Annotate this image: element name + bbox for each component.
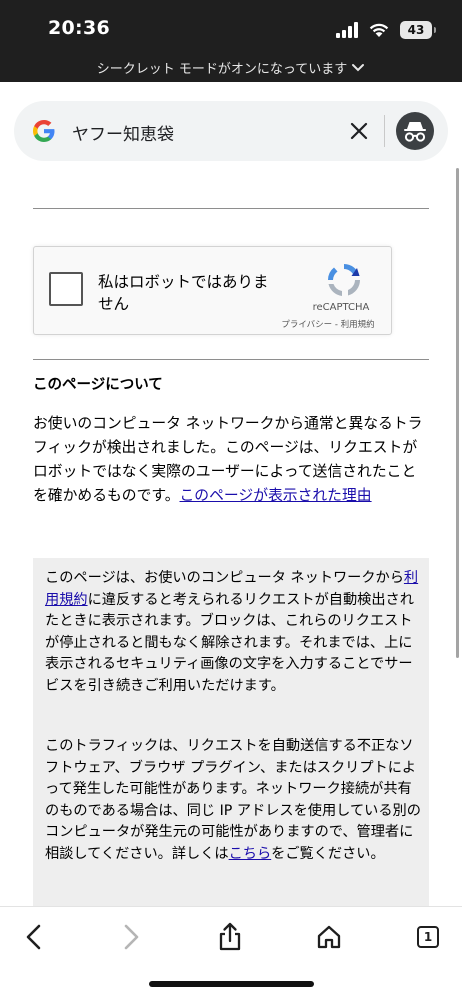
scrollbar[interactable] (456, 168, 459, 658)
home-button[interactable] (311, 919, 347, 955)
divider (384, 115, 385, 147)
recaptcha-logo-icon (328, 264, 360, 296)
status-bar: 20:36 43 シークレット モードがオンになっています (0, 0, 462, 82)
wifi-icon (369, 23, 389, 37)
status-icons: 43 (336, 19, 436, 41)
about-paragraph: お使いのコンピュータ ネットワークから通常と異なるトラフィックが検出されました。… (33, 412, 431, 508)
chevron-left-icon (26, 924, 41, 950)
share-icon (219, 922, 241, 951)
back-button[interactable] (16, 919, 52, 955)
tab-count: 1 (417, 926, 439, 948)
tab-switcher-button[interactable]: 1 (410, 919, 446, 955)
forward-button[interactable] (113, 919, 149, 955)
recaptcha-links[interactable]: プライバシー - 利用規約 (268, 318, 388, 330)
recaptcha-brand: reCAPTCHA (312, 302, 370, 313)
info-box: このページは、お使いのコンピュータ ネットワークから利用規約に違反すると考えられ… (33, 558, 429, 908)
details-link[interactable]: こちら (229, 846, 272, 862)
search-query[interactable]: ヤフー知恵袋 (72, 120, 174, 145)
chevron-down-icon (352, 63, 365, 71)
incognito-banner[interactable]: シークレット モードがオンになっています (0, 58, 462, 77)
reason-link[interactable]: このページが表示された理由 (180, 487, 372, 504)
google-logo-icon (33, 120, 55, 142)
chevron-right-icon (124, 924, 139, 950)
info-p1-after: に違反すると考えられるリクエストが自動検出されたときに表示されます。ブロックは、… (45, 591, 414, 694)
battery-icon: 43 (400, 21, 436, 39)
close-icon[interactable] (346, 118, 372, 144)
divider-middle (33, 359, 429, 360)
info-p1-before: このページは、お使いのコンピュータ ネットワークから (45, 570, 404, 586)
recaptcha-checkbox[interactable] (49, 272, 83, 306)
info-p2-before: このトラフィックは、リクエストを自動送信する不正なソフトウェア、ブラウザ プラグ… (45, 738, 421, 862)
incognito-banner-label: シークレット モードがオンになっています (96, 62, 348, 77)
recaptcha-widget: 私はロボットではありません reCAPTCHA プライバシー - 利用規約 (33, 246, 392, 335)
status-time: 20:36 (48, 17, 110, 39)
address-bar[interactable]: ヤフー知恵袋 (14, 101, 448, 161)
home-icon (317, 925, 341, 949)
share-button[interactable] (212, 919, 248, 955)
incognito-icon[interactable] (396, 112, 434, 150)
recaptcha-label: 私はロボットではありません (98, 273, 269, 313)
cellular-signal-icon (336, 22, 358, 38)
info-paragraph-2: このトラフィックは、リクエストを自動送信する不正なソフトウェア、ブラウザ プラグ… (45, 736, 421, 865)
info-paragraph-1: このページは、お使いのコンピュータ ネットワークから利用規約に違反すると考えられ… (45, 568, 421, 697)
section-title: このページについて (33, 377, 163, 393)
home-indicator[interactable] (149, 981, 314, 987)
divider-top (33, 208, 429, 209)
info-p2-after: をご覧ください。 (271, 845, 385, 862)
